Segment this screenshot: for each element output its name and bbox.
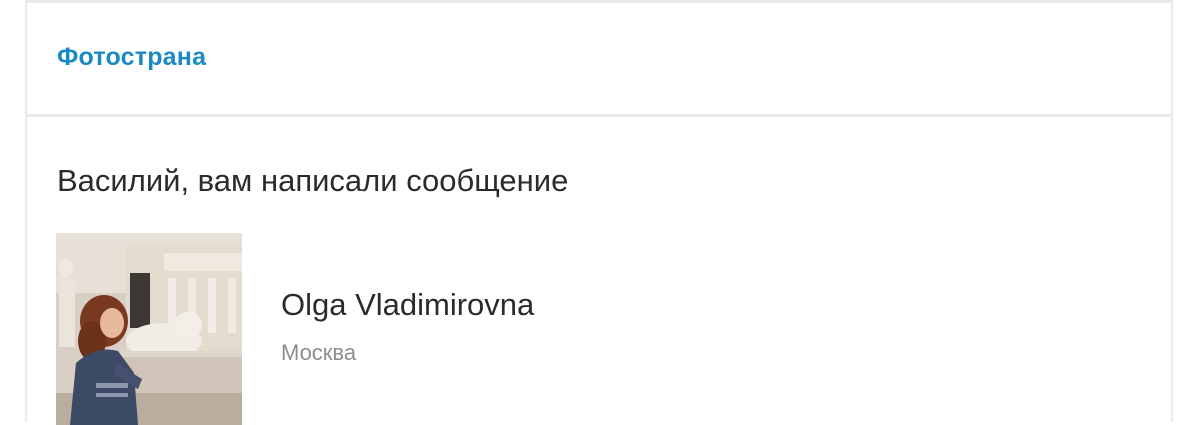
email-header: Фотострана: [27, 3, 1171, 117]
sender-name[interactable]: Olga Vladimirovna: [281, 287, 534, 323]
email-card: Фотострана Василий, вам написали сообщен…: [25, 0, 1173, 425]
sender-city: Москва: [281, 340, 357, 365]
sender-photo[interactable]: [56, 233, 242, 425]
message-heading: Василий, вам написали сообщение: [57, 163, 569, 198]
brand-link[interactable]: Фотострана: [57, 43, 206, 72]
